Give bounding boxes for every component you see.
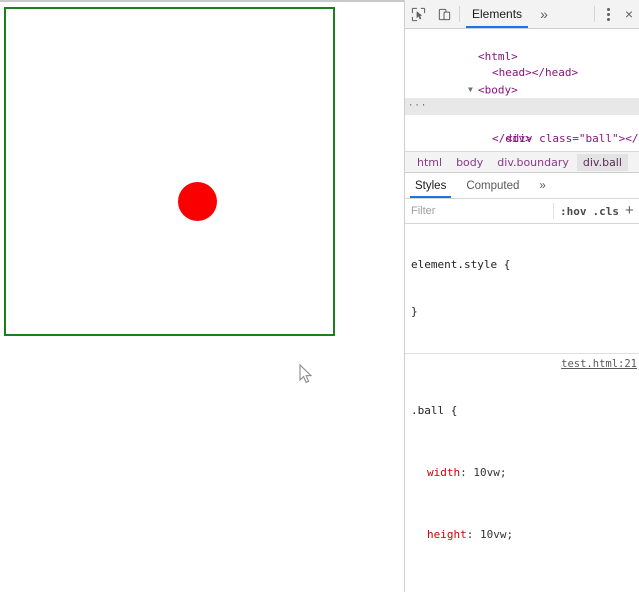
style-rule-element-style[interactable]: element.style { } <box>405 224 639 354</box>
tab-styles-label: Styles <box>415 179 447 192</box>
declaration-name: height <box>427 527 467 541</box>
tab-elements-label: Elements <box>472 7 523 21</box>
style-rule-ball[interactable]: test.html:21 .ball { width: 10vw; height… <box>405 354 639 592</box>
hov-button[interactable]: :hov <box>560 205 587 218</box>
dom-row[interactable]: </body> <box>405 148 639 152</box>
dom-tree[interactable]: <html> <head></head> ▼<body> ▼<div class… <box>405 29 639 151</box>
toolbar-divider-2 <box>594 6 595 22</box>
styles-filter-bar: :hov .cls + <box>405 199 639 224</box>
filter-input[interactable] <box>411 203 554 219</box>
browser-window: Elements » × <html> <head></head> ▼ <body… <box>0 0 639 592</box>
inspect-element-icon[interactable] <box>405 0 431 28</box>
styles-more-tabs-icon[interactable]: » <box>529 173 555 198</box>
declaration-width[interactable]: width: 10vw; <box>411 465 639 481</box>
more-options-icon[interactable] <box>597 0 619 28</box>
styles-pane[interactable]: element.style { } test.html:21 .ball { w… <box>405 224 639 592</box>
declaration-value[interactable]: 10vw; <box>473 466 506 479</box>
rule-selector: .ball { <box>411 403 458 417</box>
dom-row[interactable]: </div> <box>405 115 639 145</box>
dom-row[interactable]: <html> <box>405 32 639 63</box>
toolbar-divider <box>459 6 460 22</box>
tab-computed[interactable]: Computed <box>456 173 529 198</box>
ball-element[interactable] <box>178 182 217 221</box>
dom-row-selected[interactable]: ··· <div class="ball"></div>= $0 <box>405 98 639 145</box>
breadcrumb-item-div-ball[interactable]: div.ball <box>576 153 628 171</box>
boundary-box <box>4 7 335 336</box>
declaration-position[interactable]: position: absolute; <box>411 589 639 592</box>
breadcrumb-item-div-boundary[interactable]: div.boundary <box>491 154 575 171</box>
device-toolbar-icon[interactable] <box>431 0 457 28</box>
styles-tabbar: Styles Computed » <box>405 173 639 199</box>
breadcrumb-item-html[interactable]: html <box>411 154 448 171</box>
dom-badge[interactable]: ··· <box>408 101 427 111</box>
tab-computed-label: Computed <box>466 179 520 192</box>
declaration-name: width <box>427 465 461 479</box>
devtools-toolbar: Elements » × <box>405 0 639 29</box>
page-viewport <box>0 0 404 592</box>
more-tabs-icon[interactable]: » <box>532 0 556 28</box>
rule-source-link[interactable]: test.html:21 <box>561 357 637 373</box>
new-style-rule-button[interactable]: + <box>625 203 636 218</box>
declaration-name: position <box>411 589 480 592</box>
breadcrumb: html body div.boundary div.ball <box>405 151 639 173</box>
close-icon[interactable]: × <box>619 0 639 28</box>
tab-elements[interactable]: Elements <box>462 0 532 28</box>
rule-selector: element.style { <box>411 258 511 271</box>
rule-close-brace: } <box>411 304 418 318</box>
mouse-cursor-icon <box>299 364 313 384</box>
dom-row[interactable]: ▶<style>…</style> <box>405 131 639 151</box>
cls-button[interactable]: .cls <box>593 205 620 218</box>
declaration-value[interactable]: 10vw; <box>480 528 513 541</box>
tab-styles[interactable]: Styles <box>405 173 456 198</box>
dom-row[interactable]: ▼<div class="boundary"> <box>405 82 639 112</box>
breadcrumb-item-body[interactable]: body <box>450 154 489 171</box>
devtools-panel: Elements » × <html> <head></head> ▼ <body… <box>404 0 639 592</box>
declaration-height[interactable]: height: 10vw; <box>411 527 639 543</box>
dom-row[interactable]: <head></head> <box>405 49 639 79</box>
dom-row[interactable]: ▼ <body> <box>405 65 639 96</box>
